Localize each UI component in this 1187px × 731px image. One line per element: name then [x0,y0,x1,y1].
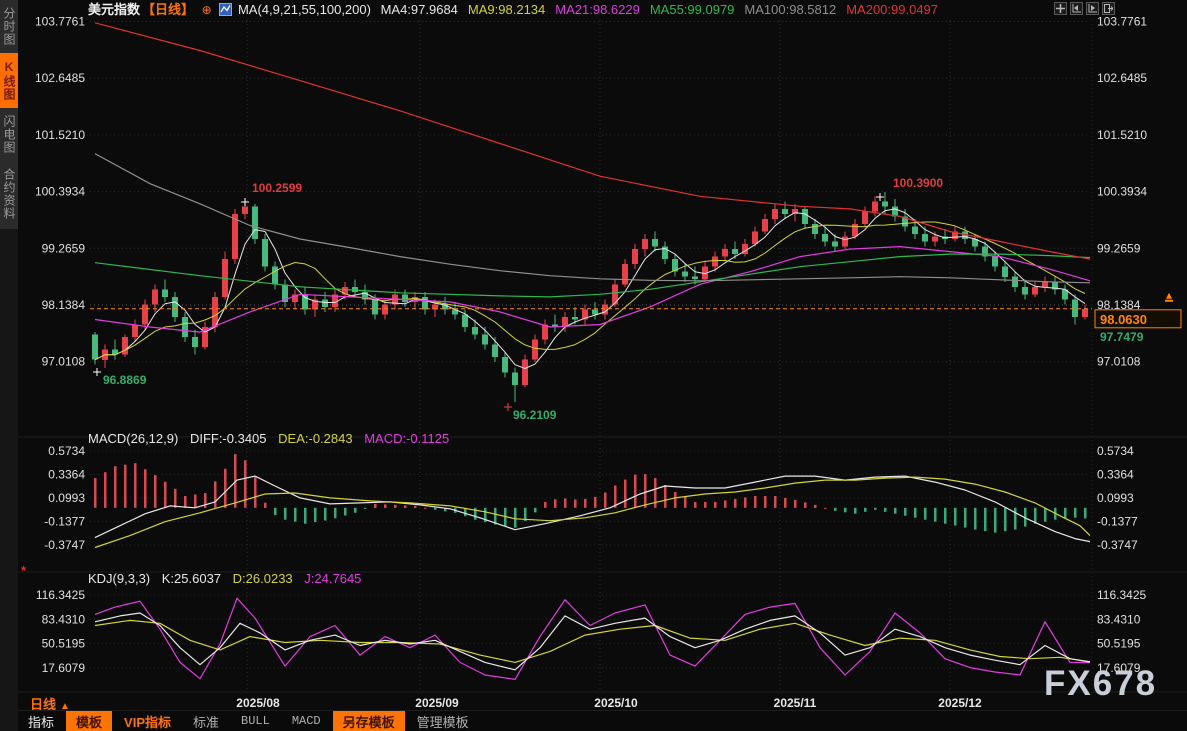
svg-text:0.0993: 0.0993 [48,491,85,505]
chart-header: 美元指数 【日线】 ⊕ MA(4,9,21,55,100,200) MA4:97.… [88,1,948,18]
window-buttons [1054,2,1115,15]
svg-text:0.3364: 0.3364 [1097,467,1134,481]
svg-text:100.2599: 100.2599 [252,181,302,195]
ma-legend-value: MA21:98.6229 [555,2,640,17]
macd-dea-value: DEA:-0.2843 [278,431,353,446]
toolbar-tab[interactable]: VIP指标 [114,711,181,731]
trading-app: 98.0630 103.7761 103.7761 102.6485 102.6485 1… [0,0,1187,731]
toolbar-tab[interactable]: MACD [282,713,331,729]
toolbar-tab[interactable]: 管理模板 [407,711,479,731]
move-crosshair-icon[interactable] [1054,2,1067,15]
svg-text:99.2659: 99.2659 [42,241,86,255]
bottom-toolbar: 指标 模板 VIP指标 标准 BULL MACD 另存模板 管理模板 [18,710,1187,731]
svg-text:2025/09: 2025/09 [415,696,459,710]
svg-text:101.5210: 101.5210 [1097,128,1147,142]
svg-text:103.7761: 103.7761 [1097,15,1147,29]
kdj-title: KDJ(9,3,3) [88,571,151,586]
svg-text:-0.3747: -0.3747 [44,538,85,552]
exit-window-icon[interactable] [1102,2,1115,15]
svg-text:50.5195: 50.5195 [1097,637,1141,651]
ma-legend: MA4:97.9684 MA9:98.2134 MA21:98.6229 MA55:9… [381,2,948,17]
sidebar-tabs: 分时图 K线图 闪电图 合约资料 [0,0,18,229]
axis-pan-right-icon[interactable] [1086,2,1099,15]
svg-text:97.0108: 97.0108 [1097,355,1141,369]
svg-text:2025/12: 2025/12 [938,696,982,710]
toolbar-tab[interactable]: BULL [231,713,280,729]
svg-text:83.4310: 83.4310 [42,612,86,626]
svg-text:99.2659: 99.2659 [1097,241,1141,255]
macd-macd-value: MACD:-0.1125 [364,431,450,446]
ma-legend-value: MA4:97.9684 [380,2,458,17]
kdj-j-value: J:24.7645 [304,571,362,586]
alert-icon: * [21,563,27,578]
svg-text:2025/11: 2025/11 [774,696,817,710]
sidebar: 分时图 K线图 闪电图 合约资料 [0,0,18,731]
chart-canvas[interactable]: 98.0630 103.7761 103.7761 102.6485 102.6485 1… [0,0,1187,731]
ma-legend-value: MA200:99.0497 [846,2,939,17]
toolbar-tab[interactable]: 标准 [183,711,229,731]
macd-title: MACD(26,12,9) [88,431,179,446]
svg-text:0.5734: 0.5734 [48,444,85,458]
ma-legend-value: MA100:98.5812 [744,2,837,17]
svg-text:100.3900: 100.3900 [893,176,943,190]
svg-text:-0.1377: -0.1377 [1097,514,1138,528]
svg-text:100.3934: 100.3934 [1097,185,1147,199]
svg-text:17.6079: 17.6079 [42,661,86,675]
ma-legend-value: MA55:99.0979 [649,2,735,17]
svg-text:102.6485: 102.6485 [35,71,85,85]
sidebar-tab[interactable]: 分时图 [0,0,18,53]
sidebar-tab[interactable]: K线图 [0,53,18,108]
toolbar-tab[interactable]: 模板 [66,710,113,731]
svg-text:0.3364: 0.3364 [48,467,85,481]
svg-text:100.3934: 100.3934 [35,185,85,199]
svg-text:98.1384: 98.1384 [1097,298,1141,312]
svg-text:2025/08: 2025/08 [236,696,280,710]
watermark-logo: FX678 [1044,664,1158,703]
svg-text:97.7479: 97.7479 [1100,330,1144,344]
svg-text:-0.3747: -0.3747 [1097,538,1138,552]
svg-text:0.5734: 0.5734 [1097,444,1134,458]
svg-text:2025/10: 2025/10 [594,696,638,710]
add-indicator-icon[interactable]: ⊕ [202,3,212,17]
svg-text:96.2109: 96.2109 [513,408,557,422]
svg-text:96.8869: 96.8869 [103,373,147,387]
svg-text:50.5195: 50.5195 [42,637,86,651]
symbol-title: 美元指数 [88,2,141,17]
svg-text:98.0630: 98.0630 [1100,312,1147,327]
kdj-panel-header: KDJ(9,3,3) K:25.6037 D:26.0233 J:24.7645 [88,571,369,586]
macd-panel-header: MACD(26,12,9) DIFF:-0.3405 DEA:-0.2843 M… [88,431,457,446]
toolbar-tab[interactable]: 指标 [18,711,64,731]
svg-text:116.3425: 116.3425 [1097,588,1146,602]
svg-text:83.4310: 83.4310 [1097,612,1141,626]
svg-text:-0.1377: -0.1377 [44,514,85,528]
sidebar-tab[interactable]: 闪电图 [0,108,18,161]
macd-diff-value: DIFF:-0.3405 [189,431,267,446]
chart-type-icon[interactable] [219,3,233,20]
svg-text:97.0108: 97.0108 [42,355,86,369]
sidebar-tab[interactable]: 合约资料 [0,161,18,227]
ma-settings-label: MA(4,9,21,55,100,200) [237,2,371,17]
svg-text:103.7761: 103.7761 [35,15,85,29]
svg-text:116.3425: 116.3425 [36,588,85,602]
ma-legend-value: MA9:98.2134 [467,2,546,17]
svg-text:101.5210: 101.5210 [35,128,85,142]
toolbar-tab[interactable]: 另存模板 [332,710,405,731]
svg-text:0.0993: 0.0993 [1097,491,1134,505]
svg-text:102.6485: 102.6485 [1097,71,1147,85]
period-tag[interactable]: 【日线】 [142,2,194,17]
svg-text:98.1384: 98.1384 [42,298,86,312]
kdj-d-value: D:26.0233 [232,571,293,586]
kdj-k-value: K:25.6037 [161,571,222,586]
axis-pan-left-icon[interactable] [1070,2,1083,15]
